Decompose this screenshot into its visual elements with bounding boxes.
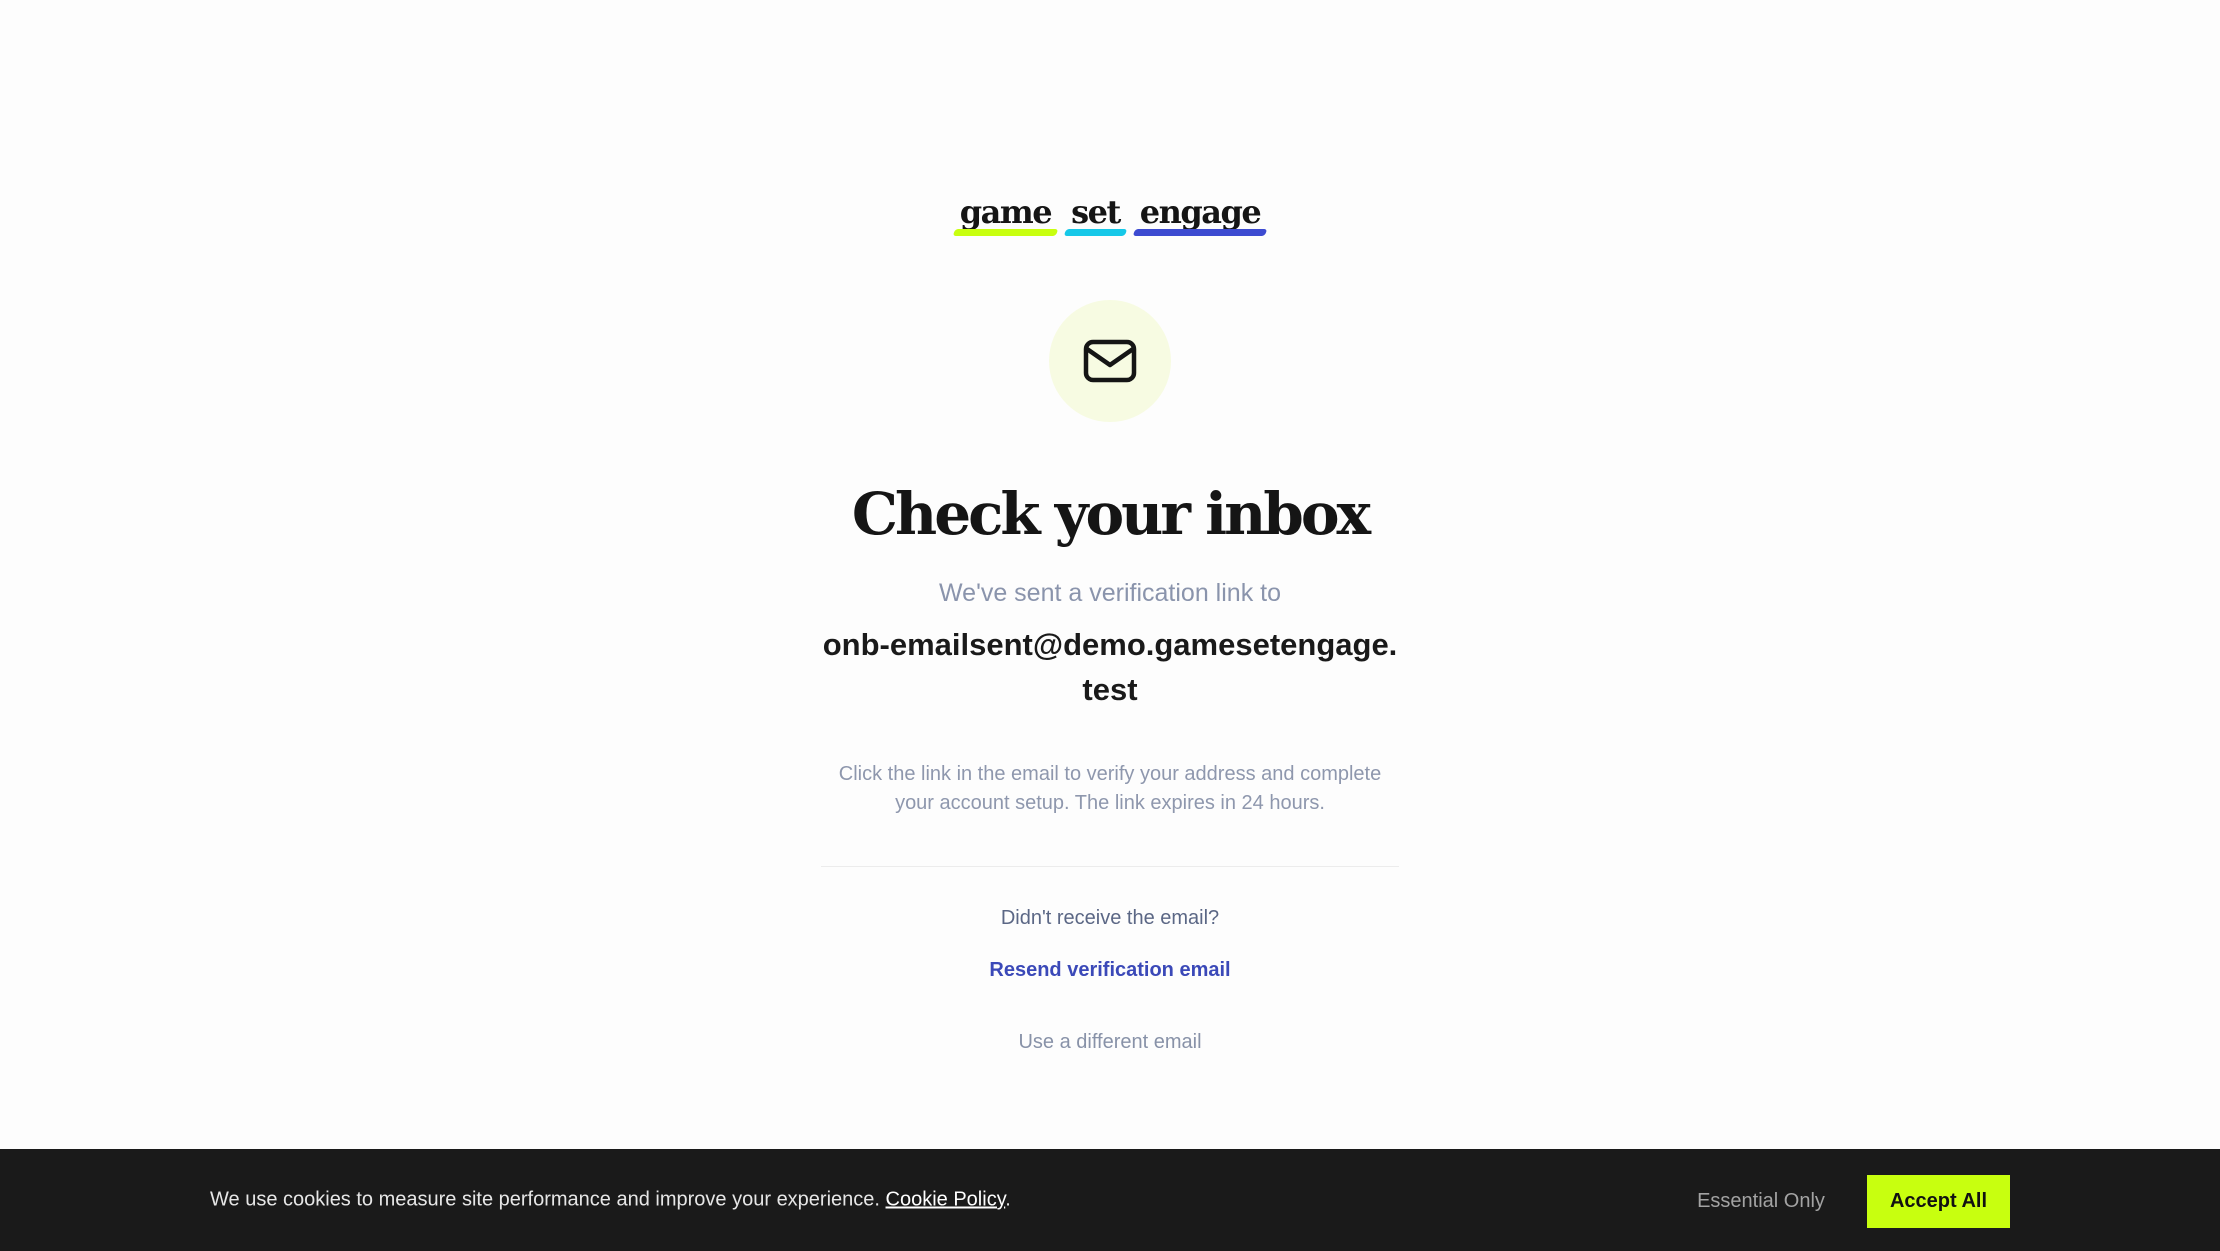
email-address: onb-emailsent@demo.gamesetengage.test bbox=[822, 627, 1398, 707]
divider bbox=[821, 866, 1399, 867]
essential-only-button[interactable]: Essential Only bbox=[1676, 1175, 1846, 1227]
cookie-banner: We use cookies to measure site performan… bbox=[0, 1149, 2220, 1251]
mail-icon bbox=[1083, 339, 1137, 383]
logo-word-set: set bbox=[1063, 193, 1128, 236]
logo-underline-cyan bbox=[1063, 229, 1128, 236]
accept-all-button[interactable]: Accept All bbox=[1867, 1175, 2010, 1228]
logo-underline-blue bbox=[1132, 229, 1268, 236]
instructions-text: Click the link in the email to verify yo… bbox=[838, 763, 1382, 814]
logo-word-engage: engage bbox=[1132, 193, 1268, 236]
cookie-message-text: We use cookies to measure site performan… bbox=[210, 1188, 880, 1211]
resend-container: Resend verification email bbox=[0, 956, 2220, 986]
brand-logo[interactable]: game set engage bbox=[0, 196, 2220, 236]
cookie-message: We use cookies to measure site performan… bbox=[210, 1189, 1011, 1212]
logo-word-game-text: game bbox=[959, 193, 1053, 231]
different-email-container: Use a different email bbox=[0, 1028, 2220, 1058]
logo-word-game: game bbox=[952, 193, 1059, 236]
use-different-email-link[interactable]: Use a different email bbox=[1018, 1031, 1201, 1053]
logo-word-engage-text: engage bbox=[1139, 193, 1262, 231]
logo-underline-lime bbox=[952, 229, 1059, 236]
mail-icon-circle bbox=[1049, 300, 1171, 422]
logo-word-set-text: set bbox=[1071, 193, 1121, 231]
didnt-receive-text: Didn't receive the email? bbox=[1000, 907, 1220, 929]
cookie-policy-link[interactable]: Cookie Policy bbox=[886, 1189, 1006, 1211]
cookie-policy-suffix: . bbox=[1005, 1188, 1011, 1211]
resend-verification-link[interactable]: Resend verification email bbox=[989, 959, 1230, 981]
sent-to-label: We've sent a verification link to bbox=[939, 579, 1281, 607]
verify-email-page: game set engage Check your inbox We've s… bbox=[0, 0, 2220, 1251]
page-title: Check your inbox bbox=[851, 480, 1371, 548]
